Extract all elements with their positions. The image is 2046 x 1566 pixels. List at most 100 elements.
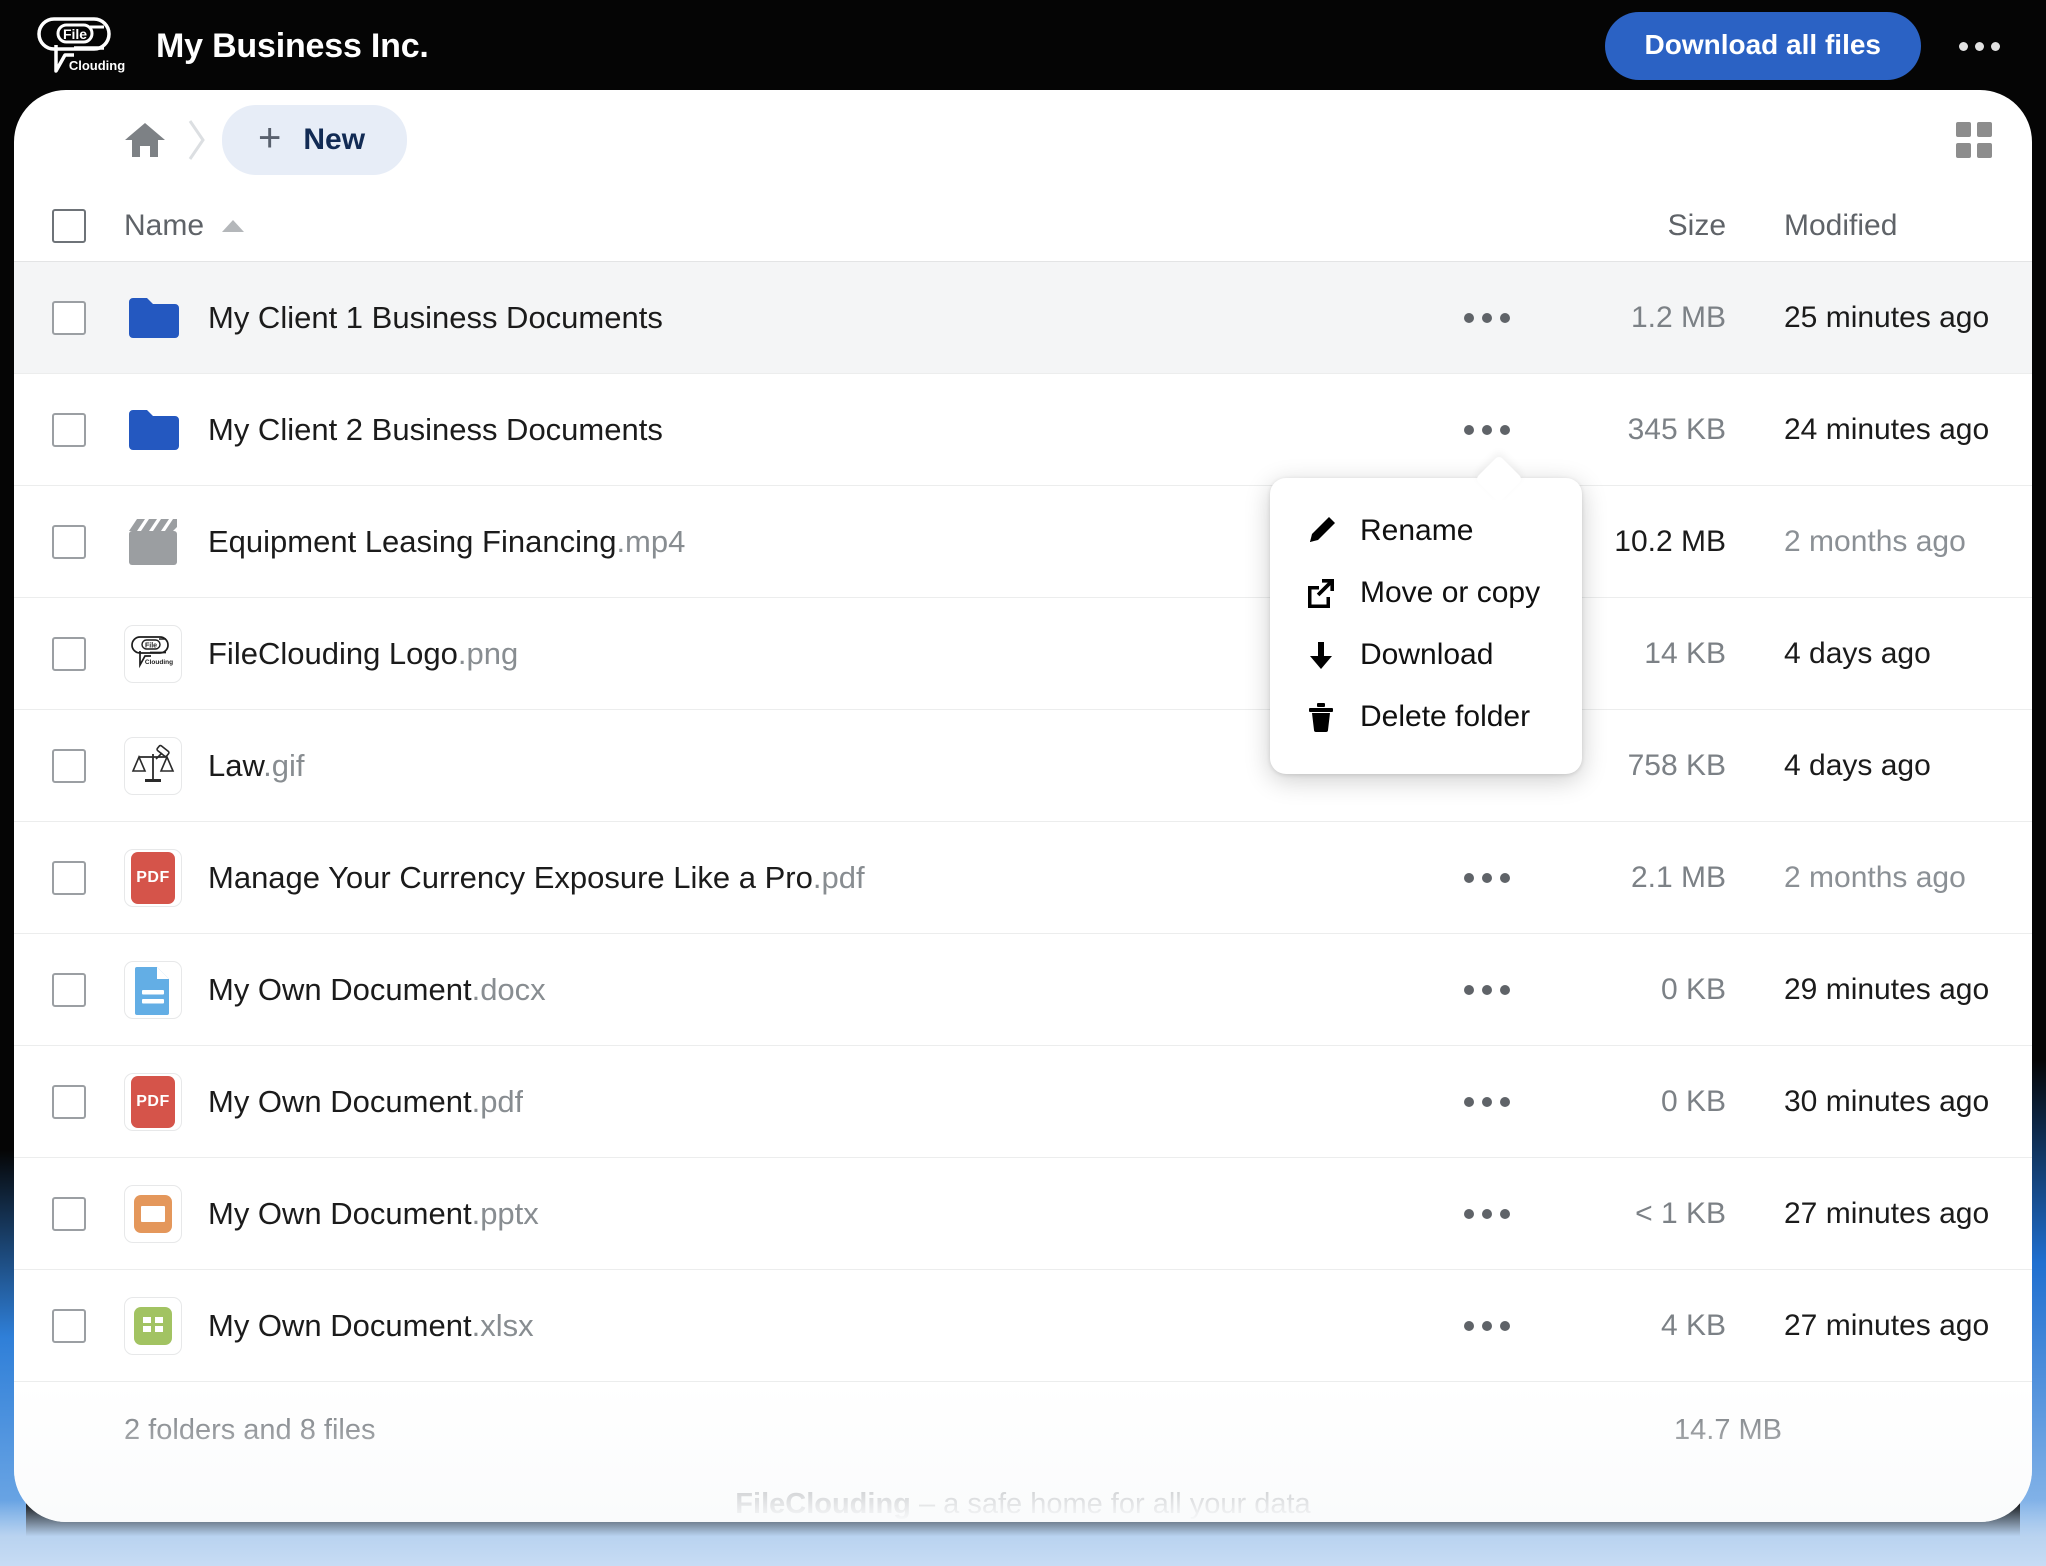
file-name-base: My Client 2 Business Documents: [208, 411, 663, 447]
row-checkbox[interactable]: [52, 1084, 86, 1119]
file-name-base: Manage Your Currency Exposure Like a Pro: [208, 859, 813, 895]
row-name-cell[interactable]: Equipment Leasing Financing.mp4: [124, 513, 1432, 571]
file-modified: 29 minutes ago: [1784, 972, 1990, 1006]
row-select-cell: [14, 748, 124, 783]
context-menu-item-download[interactable]: Download: [1270, 624, 1582, 686]
home-icon[interactable]: [124, 121, 166, 159]
table-row[interactable]: My Own Document.xlsx 4 KB 27 minutes ago: [14, 1270, 2032, 1382]
file-extension: .pdf: [812, 859, 865, 895]
row-modified-cell: 27 minutes ago: [1732, 1197, 2032, 1231]
row-name-cell[interactable]: My Client 2 Business Documents: [124, 401, 1432, 459]
file-modified: 4 days ago: [1784, 748, 1931, 782]
table-header-row: Name Size Modified: [14, 190, 2032, 262]
more-horizontal-icon[interactable]: [1454, 1195, 1520, 1233]
table-row[interactable]: PDF My Own Document.pdf 0 KB 30 minutes ago: [14, 1046, 2032, 1158]
context-menu-item-label: Move or copy: [1360, 576, 1541, 609]
grid-view-icon[interactable]: [1956, 122, 1992, 158]
row-size-cell: 345 KB: [1542, 413, 1732, 447]
more-horizontal-icon[interactable]: [1454, 411, 1520, 449]
file-modified: 4 days ago: [1784, 636, 1931, 670]
table-summary: 2 folders and 8 files 14.7 MB: [14, 1382, 2032, 1478]
context-menu-item-label: Download: [1360, 638, 1494, 671]
row-name-cell[interactable]: My Client 1 Business Documents: [124, 289, 1432, 347]
file-name: Equipment Leasing Financing.mp4: [208, 524, 685, 560]
row-actions-cell: [1432, 1195, 1542, 1233]
row-checkbox[interactable]: [52, 972, 86, 1007]
select-all-checkbox[interactable]: [52, 208, 86, 243]
table-row[interactable]: Law.gif 758 KB 4 days ago: [14, 710, 2032, 822]
file-size: 10.2 MB: [1614, 524, 1726, 558]
row-name-cell[interactable]: My Own Document.pptx: [124, 1184, 1432, 1243]
table-row[interactable]: My Own Document.docx 0 KB 29 minutes ago: [14, 934, 2032, 1046]
column-header-name[interactable]: Name: [124, 209, 245, 243]
row-name-cell[interactable]: My Own Document.docx: [124, 960, 1432, 1019]
row-name-cell[interactable]: PDF My Own Document.pdf: [124, 1072, 1432, 1131]
file-modified: 24 minutes ago: [1784, 412, 1990, 446]
row-checkbox[interactable]: [52, 1196, 86, 1231]
top-bar-actions: Download all files: [1604, 12, 2008, 80]
more-horizontal-icon[interactable]: [1454, 859, 1520, 897]
row-modified-cell: 2 months ago: [1732, 861, 2032, 895]
file-size: 2.1 MB: [1630, 860, 1726, 894]
file-name: My Own Document.xlsx: [208, 1308, 534, 1344]
row-name-cell[interactable]: File Clouding FileClouding Logo.png: [124, 624, 1432, 683]
file-size: 758 KB: [1627, 748, 1726, 782]
file-extension: .png: [457, 635, 519, 671]
plus-icon: +: [258, 116, 282, 160]
context-menu-item-delete-folder[interactable]: Delete folder: [1270, 686, 1582, 748]
row-checkbox[interactable]: [52, 412, 86, 447]
table-row[interactable]: Equipment Leasing Financing.mp4 10.2 MB 2 …: [14, 486, 2032, 598]
download-all-files-button[interactable]: Download all files: [1604, 12, 1921, 80]
new-button-label: New: [303, 123, 366, 156]
file-modified: 25 minutes ago: [1784, 300, 1990, 334]
file-name-base: My Own Document: [208, 971, 472, 1007]
file-size: 0 KB: [1660, 972, 1726, 1006]
fileclouding-logo: File Clouding: [37, 17, 125, 73]
more-horizontal-icon[interactable]: [1951, 30, 2008, 63]
new-button[interactable]: + New: [222, 105, 408, 175]
external-link-icon: [1304, 576, 1338, 610]
image-thumbnail-law-icon: [124, 736, 182, 795]
row-actions-cell: [1432, 299, 1542, 337]
row-actions-cell: [1432, 1307, 1542, 1345]
table-row[interactable]: My Client 2 Business Documents 345 KB 24 m…: [14, 374, 2032, 486]
header-modified-cell: Modified: [1732, 209, 2032, 243]
row-checkbox[interactable]: [52, 1308, 86, 1343]
more-horizontal-icon[interactable]: [1454, 971, 1520, 1009]
more-horizontal-icon[interactable]: [1454, 299, 1520, 337]
row-checkbox[interactable]: [52, 748, 86, 783]
row-actions-cell: [1432, 859, 1542, 897]
table-row[interactable]: PDF Manage Your Currency Exposure Like a …: [14, 822, 2032, 934]
row-name-cell[interactable]: PDF Manage Your Currency Exposure Like a …: [124, 848, 1432, 907]
row-checkbox[interactable]: [52, 860, 86, 895]
table-row[interactable]: My Client 1 Business Documents 1.2 MB 25 m…: [14, 262, 2032, 374]
row-checkbox[interactable]: [52, 300, 86, 335]
row-name-cell[interactable]: My Own Document.xlsx: [124, 1296, 1432, 1355]
more-horizontal-icon[interactable]: [1454, 1083, 1520, 1121]
file-size: 4 KB: [1660, 1308, 1726, 1342]
file-extension: .mp4: [616, 523, 686, 559]
column-header-modified[interactable]: Modified: [1784, 209, 1897, 242]
row-checkbox[interactable]: [52, 636, 86, 671]
more-horizontal-icon[interactable]: [1454, 1307, 1520, 1345]
file-modified: 27 minutes ago: [1784, 1308, 1990, 1342]
context-menu-item-move-or-copy[interactable]: Move or copy: [1270, 562, 1582, 624]
row-modified-cell: 4 days ago: [1732, 749, 2032, 783]
context-menu-item-label: Delete folder: [1360, 700, 1531, 733]
brand-title: My Business Inc.: [156, 26, 429, 65]
svg-text:File: File: [63, 26, 87, 42]
file-extension: .pptx: [471, 1195, 539, 1231]
tagline: FileClouding – a safe home for all your …: [14, 1478, 2032, 1521]
row-name-cell[interactable]: Law.gif: [124, 736, 1432, 795]
file-size: 14 KB: [1644, 636, 1726, 670]
chevron-right-icon: [186, 117, 208, 163]
table-row[interactable]: File Clouding FileClouding Logo.png 14 KB 4 …: [14, 598, 2032, 710]
file-name: Law.gif: [208, 748, 305, 784]
row-checkbox[interactable]: [52, 524, 86, 559]
svg-text:File: File: [145, 642, 157, 649]
context-menu-item-rename[interactable]: Rename: [1270, 500, 1582, 562]
file-extension: .pdf: [471, 1083, 524, 1119]
column-header-size[interactable]: Size: [1668, 209, 1726, 242]
row-size-cell: 0 KB: [1542, 1085, 1732, 1119]
table-row[interactable]: My Own Document.pptx < 1 KB 27 minutes ago: [14, 1158, 2032, 1270]
